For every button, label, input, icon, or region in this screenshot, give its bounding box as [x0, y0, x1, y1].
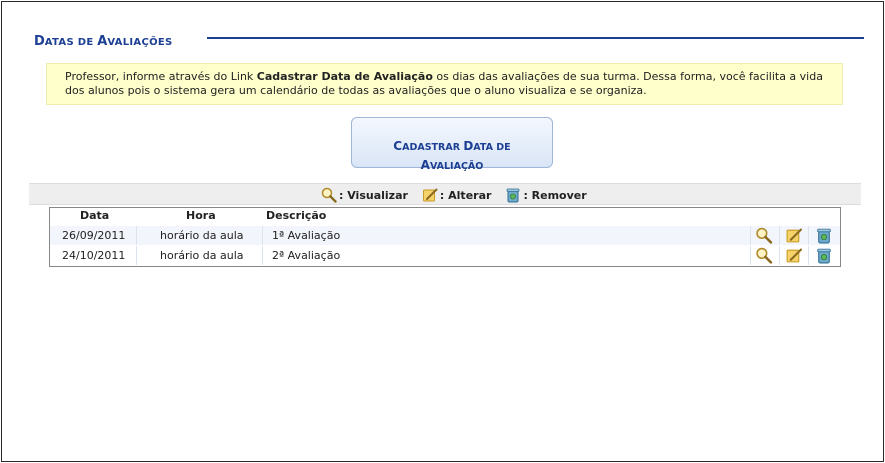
legend-view: : Visualizar	[321, 187, 408, 203]
magnifier-icon	[756, 247, 773, 264]
cell-time: horário da aula	[160, 229, 244, 242]
title-part: VALIAÇÕES	[107, 37, 173, 48]
legend-remove: : Remover	[505, 187, 587, 203]
legend-remove-label: : Remover	[523, 188, 587, 202]
notice-text: Professor, informe através do Link	[65, 70, 257, 83]
trash-icon	[505, 187, 521, 203]
edit-icon	[422, 187, 438, 203]
remove-button[interactable]	[815, 227, 833, 244]
title-part: A	[97, 34, 108, 49]
icon-legend: : Visualizar : Alterar : Remover	[29, 183, 861, 205]
header-time: Hora	[186, 209, 216, 222]
info-notice: Professor, informe através do Link Cadas…	[46, 63, 843, 105]
title-part: D	[34, 34, 45, 49]
legend-view-label: : Visualizar	[339, 188, 408, 202]
register-evaluation-date-button[interactable]: CADASTRAR DATA DE AVALIAÇÃO	[351, 117, 553, 172]
view-button[interactable]	[755, 227, 773, 244]
cell-description: 1ª Avaliação	[272, 229, 341, 242]
title-underline	[207, 37, 864, 39]
title-part: ATAS DE	[44, 37, 98, 48]
header-date: Data	[80, 209, 110, 222]
evaluations-table: Data Hora Descrição 26/09/2011 horário d…	[49, 207, 841, 267]
view-button[interactable]	[755, 247, 773, 264]
cell-date: 24/10/2011	[62, 249, 126, 262]
trash-icon	[817, 248, 831, 264]
edit-icon	[786, 248, 802, 263]
magnifier-icon	[321, 187, 337, 203]
cell-date: 26/09/2011	[62, 229, 126, 242]
table-row: 24/10/2011 horário da aula 2ª Avaliação	[50, 246, 840, 265]
page-frame: DATAS DE AVALIAÇÕES Professor, informe a…	[1, 1, 884, 462]
table-row: 26/09/2011 horário da aula 1ª Avaliação	[50, 226, 840, 245]
cell-description: 2ª Avaliação	[272, 249, 341, 262]
legend-edit-label: : Alterar	[439, 188, 492, 202]
button-line-1: CADASTRAR DATA DE	[393, 139, 511, 153]
edit-button[interactable]	[785, 227, 803, 244]
edit-icon	[786, 228, 802, 243]
cell-time: horário da aula	[160, 249, 244, 262]
remove-button[interactable]	[815, 247, 833, 264]
legend-edit: : Alterar	[422, 187, 492, 203]
header-description: Descrição	[266, 209, 327, 222]
magnifier-icon	[756, 227, 773, 244]
notice-link-text: Cadastrar Data de Avaliação	[256, 70, 433, 83]
button-line-2: AVALIAÇÃO	[420, 158, 484, 172]
page-title-row: DATAS DE AVALIAÇÕES	[34, 30, 864, 49]
edit-button[interactable]	[785, 247, 803, 264]
trash-icon	[817, 228, 831, 244]
page-title: DATAS DE AVALIAÇÕES	[34, 30, 173, 49]
